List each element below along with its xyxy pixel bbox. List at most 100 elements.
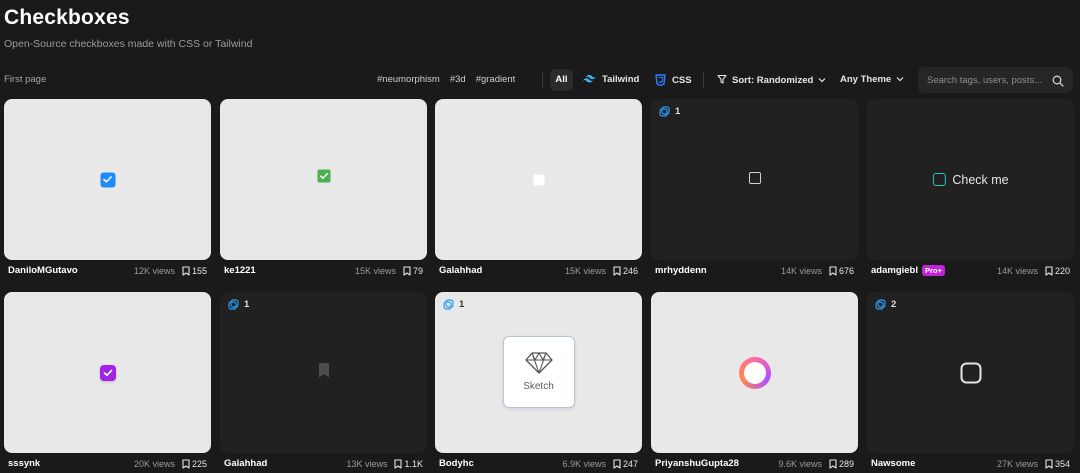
bookmark-button[interactable]: 225 <box>182 459 207 469</box>
filter-css-label: CSS <box>672 74 692 86</box>
search-input[interactable] <box>927 67 1049 93</box>
filter-funnel-icon <box>717 74 727 87</box>
author-name[interactable]: Nawsome <box>871 458 915 469</box>
card-meta: ke1221 15K views 79 <box>220 265 427 279</box>
outline-checkbox[interactable] <box>748 171 761 184</box>
card-preview[interactable] <box>4 99 211 260</box>
toolbar-divider <box>542 72 543 88</box>
variants-count: 1 <box>244 299 250 310</box>
card-stats: 14K views 220 <box>997 266 1070 276</box>
sketch-label: Sketch <box>523 381 554 392</box>
bookmark-icon <box>1045 459 1053 469</box>
checkmark-icon <box>103 176 112 183</box>
bookmark-icon <box>182 266 190 276</box>
bookmark-button[interactable]: 676 <box>829 266 854 276</box>
author-name[interactable]: adamgiebl Pro+ <box>871 265 945 276</box>
card-meta: mrhyddenn 14K views 676 <box>651 265 858 279</box>
diamond-icon <box>524 352 553 374</box>
blue-checked-checkbox[interactable] <box>100 172 115 187</box>
bookmark-button[interactable]: 354 <box>1045 459 1070 469</box>
card-preview[interactable]: 1 Sketch <box>435 292 642 453</box>
bookmark-count: 676 <box>838 266 854 276</box>
sort-label: Sort: Randomized <box>732 75 814 86</box>
filter-tailwind-button[interactable]: Tailwind <box>583 74 639 85</box>
tag-gradient[interactable]: #gradient <box>476 74 516 85</box>
filter-tailwind-label: Tailwind <box>602 74 640 85</box>
card-stats: 14K views 676 <box>781 266 854 276</box>
theme-label: Any Theme <box>840 74 892 85</box>
bookmark-button[interactable]: 155 <box>182 266 207 276</box>
card-preview[interactable] <box>651 292 858 453</box>
search-icon[interactable] <box>1052 74 1064 92</box>
theme-dropdown[interactable]: Any Theme <box>840 74 904 85</box>
bookmark-count: 1.1K <box>404 459 423 469</box>
sort-dropdown[interactable]: Sort: Randomized <box>717 74 826 87</box>
filter-all-button[interactable]: All <box>550 69 573 91</box>
card-meta: DaniloMGutavo 12K views 155 <box>4 265 211 279</box>
views-count: 14K views <box>996 266 1038 276</box>
bookmark-button[interactable]: 247 <box>613 459 638 469</box>
white-square-checkbox[interactable] <box>533 174 544 185</box>
checkmark-icon <box>319 172 328 179</box>
author-name[interactable]: Bodyhc <box>439 458 474 469</box>
card-stats: 12K views 155 <box>134 266 207 276</box>
tag-list: #neumorphism #3d #gradient <box>377 74 515 85</box>
author-name[interactable]: Galahhad <box>224 458 267 469</box>
bookmark-count: 79 <box>412 266 423 276</box>
author-name[interactable]: sssynk <box>8 458 40 469</box>
author-name[interactable]: Galahhad <box>439 265 482 276</box>
card-preview[interactable] <box>220 99 427 260</box>
first-page-link[interactable]: First page <box>4 74 46 85</box>
card-stats: 6.9K views 247 <box>562 459 638 469</box>
card-preview[interactable]: 1 <box>220 292 427 453</box>
views-count: 20K views <box>133 459 175 469</box>
author-name[interactable]: ke1221 <box>224 265 256 276</box>
bookmark-button[interactable]: 79 <box>403 266 423 276</box>
bookmark-button[interactable]: 1.1K <box>394 459 423 469</box>
bookmark-count: 354 <box>1054 459 1070 469</box>
bookmark-button[interactable]: 289 <box>829 459 854 469</box>
views-count: 15K views <box>354 266 396 276</box>
green-checked-checkbox[interactable] <box>317 169 330 182</box>
author-label: Galahhad <box>439 265 483 276</box>
card-stats: 20K views 225 <box>134 459 207 469</box>
card-meta: PriyanshuGupta28 9.6K views 289 <box>651 458 858 472</box>
teal-outline-checkbox[interactable] <box>932 173 946 186</box>
variants-indicator: 1 <box>443 299 464 310</box>
bookmark-button[interactable]: 220 <box>1045 266 1070 276</box>
card-preview[interactable] <box>4 292 211 453</box>
checkmark-icon <box>103 369 112 376</box>
author-name[interactable]: mrhyddenn <box>655 265 707 276</box>
tailwind-icon <box>583 75 596 84</box>
check-me-checkbox[interactable]: Check me <box>932 173 1009 187</box>
purple-checked-checkbox[interactable] <box>99 364 116 381</box>
card-preview[interactable] <box>435 99 642 260</box>
author-label: sssynk <box>8 458 41 469</box>
bookmark-checkbox[interactable] <box>318 362 330 383</box>
bookmark-count: 247 <box>622 459 638 469</box>
tag-3d[interactable]: #3d <box>450 74 466 85</box>
search-box <box>918 67 1073 93</box>
sketch-checkbox[interactable]: Sketch <box>502 335 575 408</box>
gradient-ring-checkbox[interactable] <box>738 356 771 389</box>
card-meta: Galahhad 15K views 246 <box>435 265 642 279</box>
filter-css-button[interactable]: CSS <box>655 74 692 86</box>
bookmark-count: 225 <box>191 459 207 469</box>
variants-icon <box>875 299 886 310</box>
card-meta: Galahhad 13K views 1.1K <box>220 458 427 472</box>
rounded-outline-checkbox[interactable] <box>960 362 981 383</box>
tag-neumorphism[interactable]: #neumorphism <box>377 74 440 85</box>
page-title: Checkboxes <box>4 6 130 29</box>
author-name[interactable]: DaniloMGutavo <box>8 265 78 276</box>
chevron-down-icon <box>818 75 826 86</box>
toolbar-divider <box>703 72 704 88</box>
bookmark-icon <box>613 266 621 276</box>
variants-icon <box>659 106 670 117</box>
card-preview[interactable]: 2 <box>867 292 1074 453</box>
bookmark-button[interactable]: 246 <box>613 266 638 276</box>
card-preview[interactable]: Check me <box>867 99 1074 260</box>
card-preview[interactable]: 1 <box>651 99 858 260</box>
author-name[interactable]: PriyanshuGupta28 <box>655 458 739 469</box>
bookmark-count: 220 <box>1054 266 1070 276</box>
bookmark-icon <box>318 362 329 377</box>
